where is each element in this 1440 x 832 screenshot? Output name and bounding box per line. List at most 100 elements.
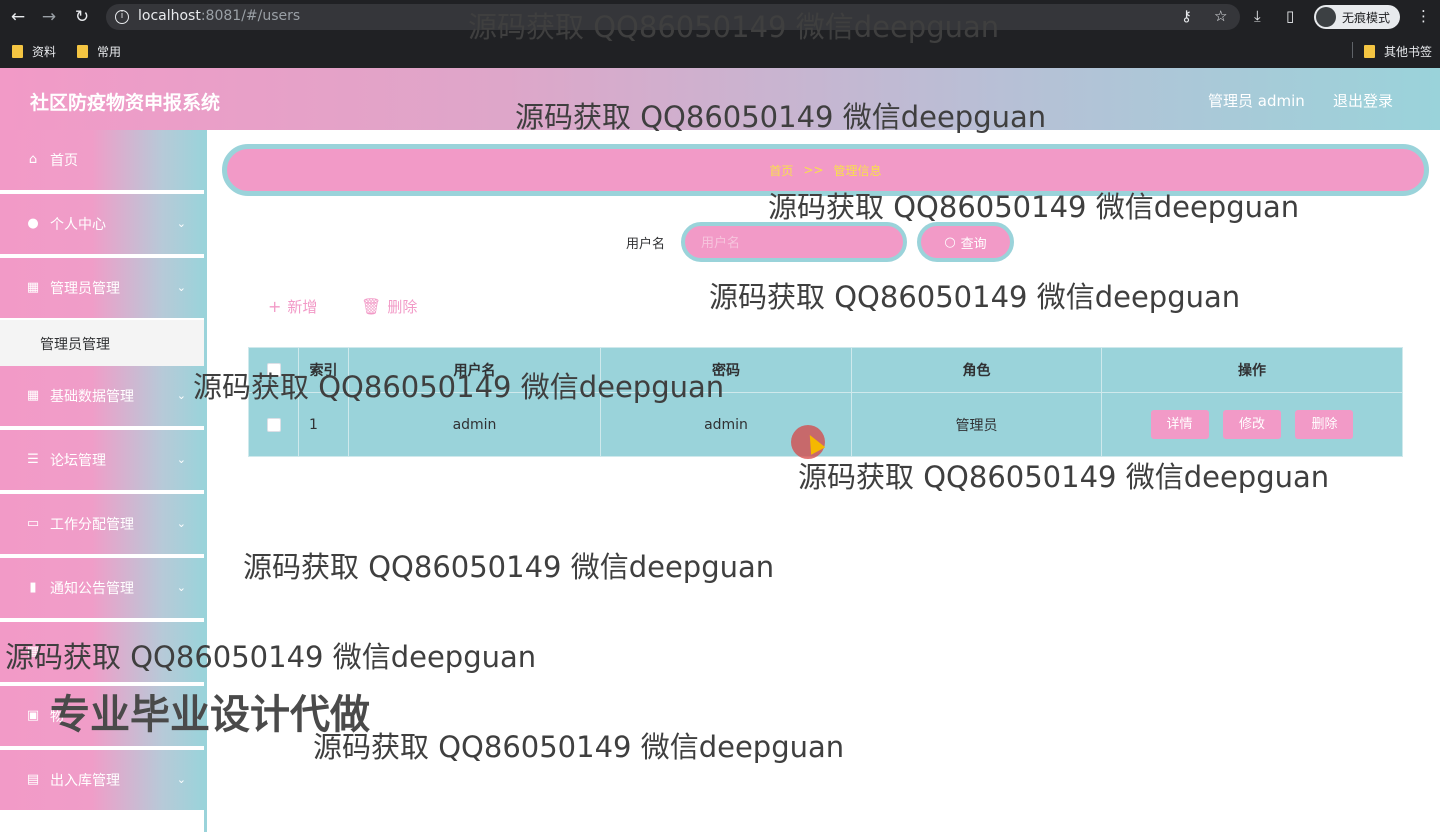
users-table: 索引 用户名 密码 角色 操作 1 admin admin 管理员 详情 修改 … — [248, 347, 1403, 457]
address-bar[interactable]: i localhost:8081/#/users ⚷ ☆ — [106, 4, 1240, 30]
sidebar-item-label: 首页 — [50, 153, 78, 169]
select-all-checkbox[interactable] — [266, 363, 281, 377]
sidebar-item-basic-data[interactable]: ▦ 基础数据管理 ⌄ — [0, 366, 204, 428]
sliders-icon: ☰ — [27, 452, 39, 467]
column-header: 索引 — [298, 347, 349, 393]
sidebar-subitem-label: 管理员管理 — [40, 337, 110, 353]
user-icon: ● — [27, 216, 39, 231]
search-icon: ○ — [944, 234, 956, 250]
breadcrumb-home[interactable]: 首页 — [769, 162, 793, 179]
sidebar-edge — [204, 130, 207, 832]
incognito-label: 无痕模式 — [1342, 10, 1391, 25]
trash-icon: 🗑 — [361, 297, 382, 316]
other-bookmarks-label: 其他书签 — [1384, 45, 1433, 59]
sidebar-item-admin-management[interactable]: ▦ 管理员管理 ⌄ — [0, 258, 204, 320]
site-info-icon[interactable]: i — [115, 10, 129, 24]
other-bookmarks[interactable]: 其他书签 — [1364, 43, 1432, 60]
column-header: 角色 — [851, 347, 1102, 393]
key-icon[interactable]: ⚷ — [1181, 7, 1192, 25]
folder-icon — [77, 45, 88, 58]
select-all-cell — [248, 347, 299, 393]
delete-button[interactable]: 删除 — [1295, 410, 1354, 439]
bar-chart-icon: ▮ — [29, 580, 37, 595]
chevron-down-icon: ⌄ — [176, 281, 186, 294]
watermark: 源码获取 QQ86050149 微信deepguan — [709, 280, 1241, 314]
add-button[interactable]: + 新增 — [268, 296, 317, 317]
breadcrumb-separator: >> — [803, 163, 824, 177]
current-user-label: 管理员 admin — [1208, 92, 1305, 110]
clipboard-icon: ▤ — [26, 772, 40, 787]
watermark: 源码获取 QQ86050149 微信deepguan — [313, 730, 845, 764]
search-button[interactable]: ○ 查询 — [917, 222, 1014, 262]
row-select-cell — [248, 392, 299, 457]
sidebar-item-hidden[interactable]: ▦ ⌄ — [0, 622, 204, 684]
chevron-down-icon: ⌄ — [176, 453, 186, 466]
sidebar-subitem-admin-management[interactable]: 管理员管理 — [0, 320, 204, 366]
role-cell: 管理员 — [851, 392, 1102, 457]
bookmark-label: 资料 — [32, 45, 57, 59]
home-icon: ⌂ — [28, 152, 38, 167]
sidepanel-icon[interactable]: ▯ — [1286, 7, 1294, 25]
forward-icon[interactable]: → — [39, 7, 59, 27]
bookmark-folder[interactable]: 常用 — [77, 43, 121, 60]
grid-icon: ▦ — [26, 388, 40, 403]
grid-icon: ▦ — [26, 280, 40, 295]
sidebar-item-forum[interactable]: ☰ 论坛管理 ⌄ — [0, 430, 204, 492]
sidebar-item-work-assignment[interactable]: ▭ 工作分配管理 ⌄ — [0, 494, 204, 556]
bookmark-folder[interactable]: 资料 — [12, 43, 56, 60]
username-search-input[interactable] — [681, 222, 907, 262]
sidebar-item-announcements[interactable]: ▮ 通知公告管理 ⌄ — [0, 558, 204, 620]
browser-menu-icon[interactable]: ⋮ — [1416, 7, 1431, 25]
detail-button[interactable]: 详情 — [1150, 410, 1209, 439]
delete-button-label: 删除 — [387, 298, 418, 316]
sidebar-item-label: 基础数据管理 — [50, 389, 134, 405]
chevron-down-icon: ⌄ — [176, 581, 186, 594]
sidebar-item-materials[interactable]: ▣ 物 ⌄ — [0, 686, 204, 748]
sidebar: ⌂ 首页 ● 个人中心 ⌄ ▦ 管理员管理 ⌄ 管理员管理 ▦ 基础数据管理 ⌄… — [0, 130, 207, 832]
menu-icon: ▦ — [26, 644, 40, 659]
app-header: 社区防疫物资申报系统 管理员 admin 退出登录 — [0, 68, 1440, 130]
back-icon[interactable]: ← — [8, 7, 28, 27]
reload-icon[interactable]: ↻ — [72, 7, 92, 27]
column-header: 用户名 — [348, 347, 601, 393]
chevron-down-icon: ⌄ — [176, 389, 186, 402]
sidebar-item-home[interactable]: ⌂ 首页 — [0, 130, 204, 192]
browser-toolbar: ← → ↻ i localhost:8081/#/users ⚷ ☆ ⤓ ▯ 无… — [0, 0, 1440, 34]
incognito-icon — [1316, 7, 1336, 27]
monitor-icon: ▭ — [26, 516, 40, 531]
chevron-down-icon: ⌄ — [176, 709, 186, 722]
sidebar-item-personal-center[interactable]: ● 个人中心 ⌄ — [0, 194, 204, 256]
sidebar-item-label: 通知公告管理 — [50, 581, 134, 597]
incognito-badge[interactable]: 无痕模式 — [1314, 5, 1401, 29]
logout-link[interactable]: 退出登录 — [1333, 90, 1393, 111]
chart-icon: ▣ — [26, 708, 40, 723]
download-icon[interactable]: ⤓ — [1254, 7, 1261, 25]
plus-icon: + — [268, 297, 282, 316]
bookmarks-divider — [1352, 42, 1353, 58]
app-title: 社区防疫物资申报系统 — [30, 92, 221, 114]
breadcrumb-current: 管理信息 — [833, 163, 882, 178]
folder-icon — [12, 45, 23, 58]
chevron-down-icon: ⌄ — [176, 217, 186, 230]
edit-button[interactable]: 修改 — [1223, 410, 1281, 439]
chevron-down-icon: ⌄ — [176, 773, 186, 786]
add-button-label: 新增 — [287, 298, 318, 316]
chevron-down-icon: ⌄ — [176, 645, 186, 658]
sidebar-item-inventory[interactable]: ▤ 出入库管理 ⌄ — [0, 750, 204, 812]
index-cell: 1 — [298, 392, 349, 457]
url-text[interactable]: localhost:8081/#/users — [138, 8, 300, 24]
bookmark-star-icon[interactable]: ☆ — [1214, 7, 1227, 25]
sidebar-item-label: 管理员管理 — [50, 281, 120, 297]
browser-chrome: ← → ↻ i localhost:8081/#/users ⚷ ☆ ⤓ ▯ 无… — [0, 0, 1440, 68]
operations-cell: 详情 修改 删除 — [1101, 392, 1403, 457]
batch-delete-button[interactable]: 🗑 删除 — [361, 296, 417, 317]
folder-icon — [1364, 45, 1375, 58]
column-header: 操作 — [1101, 347, 1403, 393]
column-header: 密码 — [600, 347, 852, 393]
sidebar-item-label: 物 — [50, 709, 64, 725]
watermark: 源码获取 QQ86050149 微信deepguan — [798, 460, 1330, 494]
watermark: 源码获取 QQ86050149 微信deepguan — [243, 550, 775, 584]
row-checkbox[interactable] — [266, 417, 281, 432]
bookmark-label: 常用 — [97, 45, 122, 59]
sidebar-item-label: 出入库管理 — [50, 773, 120, 789]
